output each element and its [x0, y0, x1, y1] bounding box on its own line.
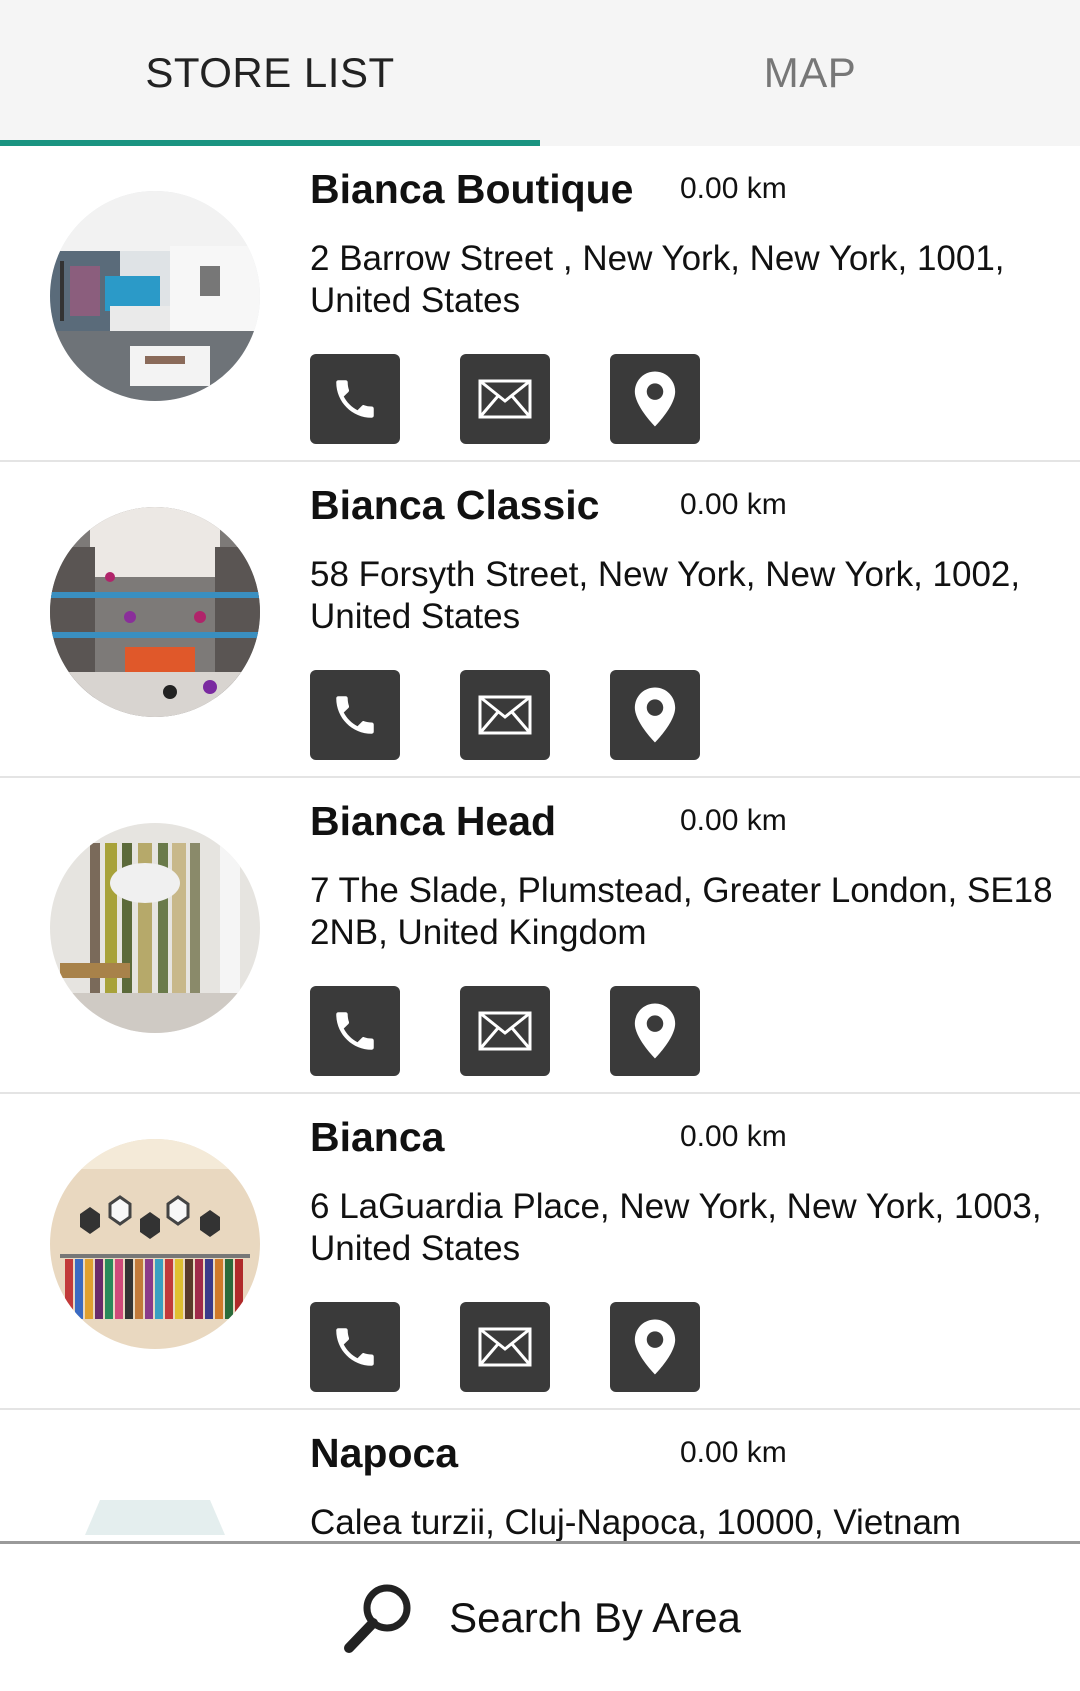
store-photo [50, 191, 260, 401]
store-address: 6 LaGuardia Place, New York, New York, 1… [310, 1187, 1042, 1268]
store-name: Napoca [310, 1430, 459, 1476]
store-name: Bianca Boutique [310, 166, 634, 212]
store-address: 7 The Slade, Plumstead, Greater London, … [310, 871, 1053, 952]
call-button[interactable] [310, 986, 400, 1076]
store-list[interactable]: Bianca Boutique 0.00 km 2 Barrow Street … [0, 146, 1080, 1541]
email-button[interactable] [460, 354, 550, 444]
store-actions [310, 670, 700, 760]
store-actions [310, 1302, 700, 1392]
map-pin-icon [634, 371, 676, 427]
tab-bar: STORE LIST MAP [0, 0, 1080, 146]
store-photo [50, 1139, 260, 1349]
store-item[interactable]: Bianca Head 0.00 km 7 The Slade, Plumste… [0, 778, 1080, 1094]
phone-icon [336, 696, 374, 734]
phone-icon [336, 380, 374, 418]
search-icon [344, 1584, 411, 1653]
store-distance: 0.00 km [680, 172, 787, 205]
location-button[interactable] [610, 1302, 700, 1392]
store-name: Bianca Classic [310, 482, 600, 528]
phone-icon [336, 1328, 374, 1366]
envelope-icon [478, 379, 532, 419]
tab-store-list[interactable]: STORE LIST [0, 0, 540, 146]
store-name: Bianca Head [310, 798, 557, 844]
map-pin-icon [634, 1319, 676, 1375]
store-item[interactable]: Napoca 0.00 km Calea turzii, Cluj-Napoca… [0, 1410, 1080, 1541]
store-address: Calea turzii, Cluj-Napoca, 10000, Vietna… [310, 1503, 962, 1541]
store-actions [310, 354, 700, 444]
store-actions [310, 986, 700, 1076]
location-button[interactable] [610, 354, 700, 444]
tab-map[interactable]: MAP [540, 0, 1080, 146]
envelope-icon [478, 695, 532, 735]
location-button[interactable] [610, 670, 700, 760]
tab-map-label: MAP [763, 49, 857, 96]
call-button[interactable] [310, 354, 400, 444]
tab-store-list-label: STORE LIST [145, 49, 395, 96]
store-distance: 0.00 km [680, 1120, 787, 1153]
store-item[interactable]: Bianca 0.00 km 6 LaGuardia Place, New Yo… [0, 1094, 1080, 1410]
location-button[interactable] [610, 986, 700, 1076]
search-by-area-label: Search By Area [449, 1593, 741, 1641]
store-address: 58 Forsyth Street, New York, New York, 1… [310, 555, 1021, 636]
call-button[interactable] [310, 1302, 400, 1392]
email-button[interactable] [460, 1302, 550, 1392]
store-distance: 0.00 km [680, 1436, 787, 1469]
phone-icon [336, 1012, 374, 1050]
search-by-area-button[interactable]: Search By Area [0, 1541, 1080, 1691]
envelope-icon [478, 1011, 532, 1051]
store-name: Bianca [310, 1114, 445, 1160]
store-photo [50, 507, 260, 717]
map-pin-icon [634, 687, 676, 743]
store-item[interactable]: Bianca Classic 0.00 km 58 Forsyth Street… [0, 462, 1080, 778]
store-photo [50, 823, 260, 1033]
store-address: 2 Barrow Street , New York, New York, 10… [310, 239, 1005, 320]
email-button[interactable] [460, 670, 550, 760]
store-item[interactable]: Bianca Boutique 0.00 km 2 Barrow Street … [0, 146, 1080, 462]
store-photo [50, 1455, 260, 1541]
email-button[interactable] [460, 986, 550, 1076]
call-button[interactable] [310, 670, 400, 760]
store-distance: 0.00 km [680, 488, 787, 521]
store-distance: 0.00 km [680, 804, 787, 837]
map-pin-icon [634, 1003, 676, 1059]
envelope-icon [478, 1327, 532, 1367]
